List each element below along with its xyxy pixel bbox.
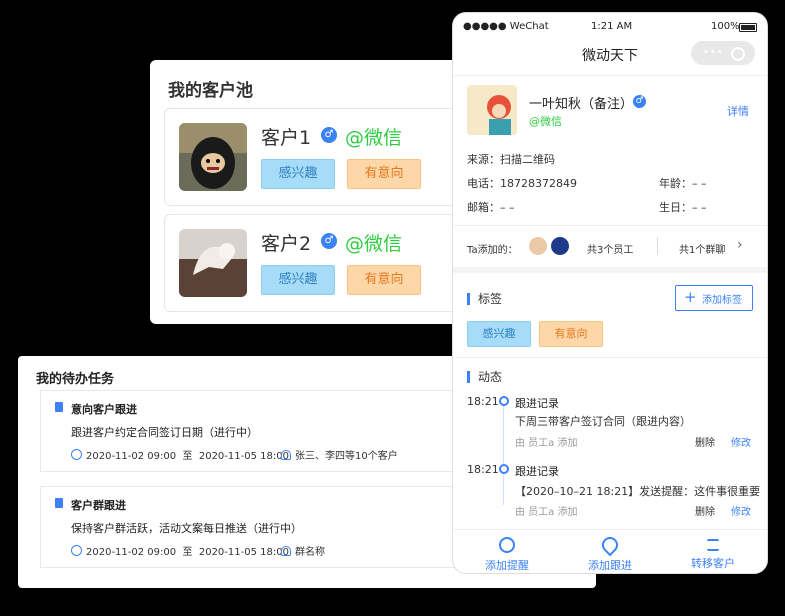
location-pin-icon — [598, 533, 622, 557]
plus-icon: + — [684, 288, 697, 306]
battery-icon — [739, 23, 757, 32]
delete-button[interactable]: 删除 — [695, 434, 715, 449]
tag-intent[interactable]: 有意向 — [347, 159, 421, 189]
document-icon — [55, 402, 63, 412]
status-battery: 100% — [711, 21, 740, 32]
document-icon — [55, 498, 63, 508]
edit-button[interactable]: 修改 — [731, 503, 751, 518]
customer-avatar — [179, 229, 247, 297]
detail-link[interactable]: 详情 — [727, 103, 749, 119]
activity-time: 18:21 — [467, 463, 499, 476]
customer-avatar — [179, 123, 247, 191]
task-time: 2020-11-02 09:00 至 2020-11-05 18:00 — [71, 447, 289, 462]
activity-content: 【2020–10–21 18:21】发送提醒：这件事很重要 — [515, 485, 761, 498]
activity-author: 由 员工a 添加 — [515, 438, 578, 449]
birthday-row: 生日：– – — [659, 201, 707, 214]
transfer-customer-button[interactable]: 转移客户 — [661, 537, 765, 571]
task-group: 群名称 — [281, 543, 325, 558]
close-circle-icon[interactable] — [731, 47, 745, 61]
task-title: 意向客户跟进 — [71, 403, 137, 416]
task-people: 张三、李四等10个客户 — [281, 447, 398, 462]
profile-avatar — [467, 85, 517, 135]
alarm-clock-icon — [499, 537, 515, 553]
profile-source: @微信 — [529, 115, 562, 128]
customer-card-2[interactable]: 客户2 ♂ @微信 感兴趣 有意向 — [164, 214, 480, 312]
phone-mockup: ●●●●● WeChat 1:21 AM 100% 微动天下 ••• 一叶知秋（… — [452, 12, 768, 574]
mini-program-capsule[interactable]: ••• — [691, 41, 755, 65]
edit-button[interactable]: 修改 — [731, 434, 751, 449]
status-carrier: ●●●●● WeChat — [463, 21, 549, 32]
customer-card-1[interactable]: 客户1 ♂ @微信 感兴趣 有意向 — [164, 108, 480, 206]
phone-row: 电话：18728372849 — [467, 177, 577, 190]
timeline-dot-icon — [499, 396, 509, 406]
added-label: Ta添加的： — [467, 245, 518, 256]
activity-section-title: 动态 — [467, 371, 502, 383]
tag-interested[interactable]: 感兴趣 — [261, 265, 335, 295]
activity-author: 由 员工a 添加 — [515, 507, 578, 518]
task-desc: 保持客户群活跃，活动文案每日推送（进行中） — [71, 522, 302, 535]
activity-time: 18:21 — [467, 395, 499, 408]
male-icon: ♂ — [633, 95, 646, 108]
staff-avatar — [551, 237, 569, 255]
transfer-icon — [707, 539, 719, 551]
source-row: 来源：扫描二维码 — [467, 153, 555, 166]
profile-name: 一叶知秋（备注） — [529, 97, 634, 112]
clock-icon — [71, 545, 82, 556]
customer-pool-title: 我的客户池 — [168, 81, 253, 101]
tags-section-title: 标签 — [467, 293, 502, 305]
male-icon: ♂ — [321, 233, 337, 249]
activity-content: 下周三带客户签订合同（跟进内容） — [515, 415, 691, 428]
chevron-right-icon[interactable]: › — [737, 237, 743, 253]
staff-avatar — [529, 237, 547, 255]
activity-title: 跟进记录 — [515, 397, 559, 410]
add-tag-button[interactable]: + 添加标签 — [675, 285, 753, 311]
timeline-dot-icon — [499, 464, 509, 474]
task-desc: 跟进客户约定合同签订日期（进行中） — [71, 426, 258, 439]
more-icon[interactable]: ••• — [703, 47, 724, 58]
todo-title: 我的待办任务 — [36, 372, 115, 387]
add-follow-up-button[interactable]: 添加跟进 — [558, 533, 662, 573]
clock-icon — [71, 449, 82, 460]
age-row: 年龄：– – — [659, 177, 707, 190]
task-title: 客户群跟进 — [71, 499, 126, 512]
customer-name: 客户2 — [261, 233, 312, 255]
person-icon — [281, 450, 291, 460]
person-icon — [281, 546, 291, 556]
activity-title: 跟进记录 — [515, 465, 559, 478]
customer-name: 客户1 — [261, 127, 312, 149]
task-time: 2020-11-02 09:00 至 2020-11-05 18:00 — [71, 543, 289, 558]
tag-intent[interactable]: 有意向 — [539, 321, 603, 347]
tag-intent[interactable]: 有意向 — [347, 265, 421, 295]
customer-source: @微信 — [345, 233, 403, 255]
tag-interested[interactable]: 感兴趣 — [261, 159, 335, 189]
group-count[interactable]: 共1个群聊 — [679, 241, 725, 256]
email-row: 邮箱：– – — [467, 201, 515, 214]
delete-button[interactable]: 删除 — [695, 503, 715, 518]
male-icon: ♂ — [321, 127, 337, 143]
status-time: 1:21 AM — [591, 21, 633, 32]
tag-interested[interactable]: 感兴趣 — [467, 321, 531, 347]
add-reminder-button[interactable]: 添加提醒 — [455, 537, 559, 573]
staff-count[interactable]: 共3个员工 — [587, 241, 633, 256]
customer-source: @微信 — [345, 127, 403, 149]
customer-pool-panel: 我的客户池 客户1 ♂ @微信 感兴趣 有意向 客户2 ♂ @微信 感兴趣 有意… — [150, 60, 480, 324]
